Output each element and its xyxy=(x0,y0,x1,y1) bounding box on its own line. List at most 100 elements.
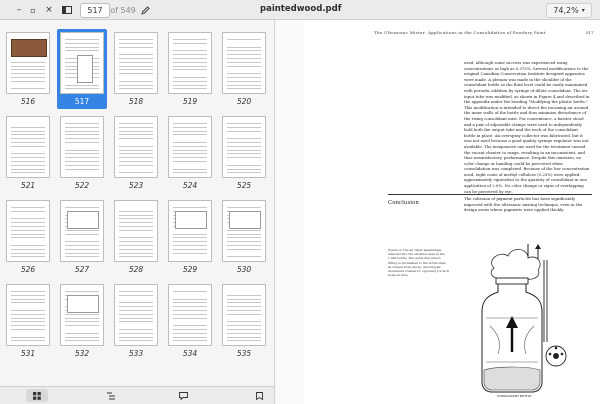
thumbnail-text-line xyxy=(11,218,45,220)
page-thumbnail[interactable] xyxy=(60,284,104,346)
page-number-input[interactable]: 517 xyxy=(80,3,110,18)
thumbnail-text-line xyxy=(119,241,153,243)
sidebar-toggle-icon[interactable] xyxy=(60,3,74,17)
page-thumbnail[interactable] xyxy=(114,32,158,94)
thumbnail-text-line xyxy=(227,248,261,250)
thumbnail-text-line xyxy=(119,130,153,132)
thumbnail-text-line xyxy=(65,46,99,48)
thumbnail-text-line xyxy=(173,123,207,124)
thumbnail-text-line xyxy=(173,126,207,128)
thumbnail-text-line xyxy=(11,77,45,78)
thumbnail-page-number: 535 xyxy=(236,349,252,358)
page-thumbnail[interactable] xyxy=(6,116,50,178)
thumbnail-text-line xyxy=(173,153,207,155)
thumbnail-text-line xyxy=(11,245,45,246)
minimize-icon[interactable]: – xyxy=(12,3,26,17)
thumbnail-text-line xyxy=(173,317,207,319)
thumbnail-text-line xyxy=(119,291,153,292)
thumbnail-text-line xyxy=(11,134,45,136)
figure-caption: Figure 4. The air input assemblage inser… xyxy=(388,248,449,278)
thumbnail-text-line xyxy=(65,252,99,254)
thumbnail-text-line xyxy=(65,245,99,246)
page-thumbnail[interactable] xyxy=(114,284,158,346)
thumbnail-text-line xyxy=(227,142,261,143)
thumbnail-text-line xyxy=(227,332,261,334)
document-view[interactable]: The Ultrasonic Mister: Applications in t… xyxy=(276,20,600,404)
thumbnail-text-line xyxy=(119,54,153,56)
thumbnail-text-line xyxy=(65,233,99,235)
thumbnail-text-line xyxy=(65,291,99,292)
thumbnail-text-line xyxy=(119,84,153,86)
thumbnail-page-number: 533 xyxy=(128,349,144,358)
page-thumbnail[interactable] xyxy=(114,116,158,178)
thumbnail-text-line xyxy=(119,214,153,216)
thumbnail-text-line xyxy=(227,306,261,308)
thumbnail-page-number: 517 xyxy=(74,97,90,106)
thumbnail-text-line xyxy=(227,168,261,170)
document-title: paintedwood.pdf xyxy=(260,4,342,14)
thumbnail-text-line xyxy=(65,332,99,334)
thumbnail-text-line xyxy=(173,42,207,44)
page-thumbnail[interactable] xyxy=(114,200,158,262)
pencil-icon[interactable] xyxy=(138,3,152,17)
running-head: The Ultrasonic Mister: Applications in t… xyxy=(374,30,546,35)
thumbnail-text-line xyxy=(227,172,261,174)
thumbnail-image xyxy=(11,39,47,57)
thumbnail-text-line xyxy=(11,302,45,304)
page-thumbnail[interactable] xyxy=(168,200,212,262)
thumbnail-text-line xyxy=(227,241,261,243)
tab-thumbnails[interactable] xyxy=(26,389,48,402)
page-thumbnail[interactable] xyxy=(6,32,50,94)
thumbnail-text-line xyxy=(227,233,261,235)
thumbnail-text-line xyxy=(65,313,99,315)
thumbnail-text-line xyxy=(119,294,153,296)
thumbnail-sidebar[interactable]: 516 517 518 519 520 521 522 523 524 525 526 527 528 5… xyxy=(0,20,275,386)
thumbnail-text-line xyxy=(119,39,153,40)
thumbnail-text-line xyxy=(173,332,207,334)
thumbnail-page-number: 521 xyxy=(20,181,36,190)
thumbnail-text-line xyxy=(119,126,153,128)
thumbnail-text-line xyxy=(119,145,153,147)
thumbnail-text-line xyxy=(227,256,261,258)
thumbnail-text-line xyxy=(65,142,99,143)
thumbnail-text-line xyxy=(119,80,153,82)
restore-icon[interactable]: ▫ xyxy=(26,3,40,17)
thumbnail-text-line xyxy=(11,69,45,71)
page-thumbnail[interactable] xyxy=(60,116,104,178)
zoom-selector[interactable]: 74,2% ▾ xyxy=(546,3,592,18)
page-thumbnail[interactable] xyxy=(222,200,266,262)
thumbnail-page-number: 531 xyxy=(20,349,36,358)
page-thumbnail[interactable] xyxy=(6,284,50,346)
tab-annotations[interactable] xyxy=(172,389,194,402)
page-thumbnail[interactable] xyxy=(168,32,212,94)
thumbnail-text-line xyxy=(119,134,153,136)
thumbnail-text-line xyxy=(173,313,207,315)
page-thumbnail[interactable] xyxy=(60,32,104,94)
thumbnail-text-line xyxy=(227,336,261,338)
thumbnail-text-line xyxy=(173,248,207,250)
thumbnail-text-line xyxy=(119,149,153,151)
page-thumbnail[interactable] xyxy=(60,200,104,262)
thumbnail-figure xyxy=(67,295,99,313)
thumbnail-page-number: 525 xyxy=(236,181,252,190)
page-thumbnail[interactable] xyxy=(6,200,50,262)
thumbnail-text-line xyxy=(119,88,153,90)
page-thumbnail[interactable] xyxy=(222,116,266,178)
thumbnail-text-line xyxy=(65,256,99,258)
thumbnail-text-line xyxy=(65,123,99,124)
page-thumbnail[interactable] xyxy=(168,116,212,178)
page-thumbnail[interactable] xyxy=(168,284,212,346)
tab-outline[interactable] xyxy=(100,389,122,402)
zoom-value: 74,2% xyxy=(553,6,579,15)
page-thumbnail[interactable] xyxy=(222,284,266,346)
page-thumbnail[interactable] xyxy=(222,32,266,94)
thumbnail-text-line xyxy=(65,134,99,136)
thumbnail-text-line xyxy=(227,237,261,239)
tab-bookmarks[interactable] xyxy=(248,389,270,402)
thumbnail-text-line xyxy=(65,248,99,250)
thumbnail-text-line xyxy=(11,65,45,67)
thumbnail-text-line xyxy=(227,294,261,296)
thumbnail-text-line xyxy=(227,84,261,86)
close-icon[interactable]: × xyxy=(42,3,56,17)
thumbnail-text-line xyxy=(11,157,45,159)
